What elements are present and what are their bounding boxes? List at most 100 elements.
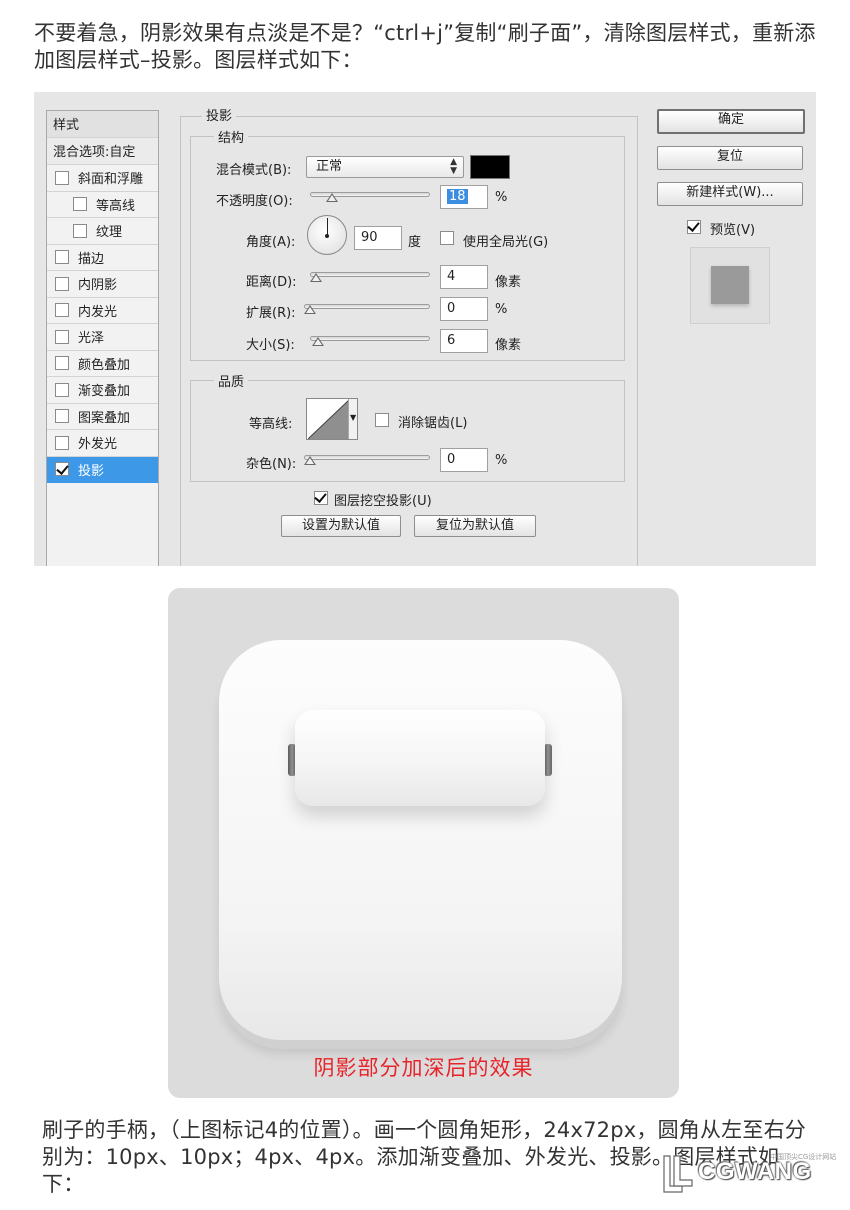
distance-unit: 像素 — [495, 275, 522, 290]
select-updown-icon: ▲ ▼ — [450, 157, 457, 176]
brush-roller — [295, 710, 545, 806]
spread-value: 0 — [447, 301, 456, 316]
style-item-checkbox[interactable] — [55, 435, 69, 450]
anti-alias-checkbox[interactable] — [375, 413, 389, 427]
quality-title: 品质 — [214, 371, 249, 390]
opacity-slider-thumb[interactable] — [326, 193, 338, 202]
chevron-down-icon: ▼ — [350, 413, 357, 422]
checkmark-icon — [687, 220, 701, 234]
angle-dial[interactable] — [307, 215, 347, 255]
roller-right-cap — [544, 744, 552, 776]
knockout-checkbox[interactable] — [314, 491, 328, 505]
spread-input[interactable]: 0 — [440, 297, 488, 321]
blend-mode-label: 混合模式(B): — [216, 163, 292, 178]
new-style-button[interactable]: 新建样式(W)... — [657, 182, 803, 206]
size-slider[interactable] — [310, 332, 430, 346]
style-item-4[interactable]: 内阴影 — [47, 271, 158, 298]
ok-button[interactable]: 确定 — [657, 109, 805, 134]
angle-dial-center — [325, 234, 329, 238]
reset-default-label: 复位为默认值 — [435, 518, 514, 533]
distance-slider-thumb[interactable] — [310, 273, 322, 282]
set-default-button[interactable]: 设置为默认值 — [281, 515, 401, 537]
contour-label: 等高线: — [249, 417, 293, 432]
spread-slider-thumb[interactable] — [304, 305, 316, 314]
reset-button[interactable]: 复位 — [657, 146, 803, 170]
shadow-color-swatch[interactable] — [470, 155, 510, 179]
preview-checkbox[interactable] — [687, 220, 701, 234]
style-item-label: 斜面和浮雕 — [78, 172, 144, 188]
opacity-input[interactable]: 18 — [440, 185, 488, 209]
distance-input[interactable]: 4 — [440, 265, 488, 289]
spread-slider-track — [304, 304, 430, 309]
style-item-10[interactable]: 外发光 — [47, 430, 158, 457]
global-light-checkbox[interactable] — [440, 231, 454, 245]
effect-preview-panel: 阴影部分加深后的效果 — [168, 588, 679, 1098]
style-item-1[interactable]: 等高线 — [47, 192, 158, 218]
preview-label: 预览(V) — [710, 223, 756, 238]
style-item-label: 内发光 — [78, 304, 118, 320]
size-unit: 像素 — [495, 338, 522, 353]
blend-options-item[interactable]: 混合选项:自定 — [47, 138, 158, 165]
blend-mode-select[interactable]: 正常 ▲ ▼ — [306, 156, 464, 178]
contour-dropdown[interactable]: ▼ — [348, 399, 357, 439]
new-style-label: 新建样式(W)... — [686, 185, 774, 200]
style-item-label: 等高线 — [96, 198, 136, 214]
styles-header-label: 样式 — [53, 118, 80, 134]
style-item-checkbox[interactable] — [55, 356, 69, 371]
style-item-checkbox[interactable] — [55, 250, 69, 265]
style-item-7[interactable]: 颜色叠加 — [47, 351, 158, 377]
style-item-label: 光泽 — [78, 331, 105, 347]
spread-label: 扩展(R): — [246, 306, 296, 321]
opacity-slider[interactable] — [310, 188, 430, 202]
reset-default-button[interactable]: 复位为默认值 — [414, 515, 536, 537]
watermark-text: CGWANG — [698, 1158, 812, 1185]
style-preview-box — [690, 247, 770, 324]
style-item-checkbox[interactable] — [55, 462, 69, 477]
noise-unit: % — [495, 453, 508, 468]
noise-input[interactable]: 0 — [440, 448, 488, 472]
distance-slider[interactable] — [310, 268, 430, 282]
style-item-checkbox[interactable] — [55, 303, 69, 318]
size-input[interactable]: 6 — [440, 329, 488, 353]
distance-slider-track — [310, 272, 430, 277]
style-item-0[interactable]: 斜面和浮雕 — [47, 165, 158, 192]
distance-label: 距离(D): — [246, 275, 297, 290]
spread-slider[interactable] — [304, 300, 430, 314]
structure-title: 结构 — [214, 127, 249, 146]
size-slider-thumb[interactable] — [312, 337, 324, 346]
set-default-label: 设置为默认值 — [301, 518, 380, 533]
angle-input[interactable]: 90 — [354, 226, 402, 250]
ok-label: 确定 — [717, 112, 744, 127]
layer-style-dialog: 样式 混合选项:自定 斜面和浮雕等高线纹理描边内阴影内发光光泽颜色叠加渐变叠加图… — [34, 92, 816, 566]
style-item-3[interactable]: 描边 — [47, 245, 158, 271]
style-item-checkbox[interactable] — [55, 170, 69, 185]
angle-value: 90 — [361, 230, 378, 245]
style-item-label: 描边 — [78, 251, 105, 267]
cgwang-logo-icon — [663, 1155, 693, 1193]
style-item-checkbox[interactable] — [55, 276, 69, 291]
size-slider-track — [310, 336, 430, 341]
style-item-checkbox[interactable] — [55, 329, 69, 344]
opacity-value: 18 — [447, 189, 468, 204]
style-item-label: 外发光 — [78, 437, 118, 453]
distance-value: 4 — [447, 269, 456, 284]
noise-slider-thumb[interactable] — [304, 456, 316, 465]
style-item-label: 渐变叠加 — [78, 384, 131, 400]
style-item-checkbox[interactable] — [73, 197, 87, 212]
blend-options-label: 混合选项:自定 — [53, 145, 136, 161]
contour-picker[interactable]: ▼ — [306, 398, 358, 440]
style-item-checkbox[interactable] — [73, 223, 87, 238]
angle-unit: 度 — [408, 235, 422, 250]
style-item-8[interactable]: 渐变叠加 — [47, 377, 158, 404]
styles-header[interactable]: 样式 — [47, 111, 158, 138]
angle-label: 角度(A): — [246, 235, 296, 250]
style-item-9[interactable]: 图案叠加 — [47, 404, 158, 430]
style-item-checkbox[interactable] — [55, 409, 69, 424]
style-item-2[interactable]: 纹理 — [47, 218, 158, 245]
style-item-5[interactable]: 内发光 — [47, 298, 158, 324]
noise-slider[interactable] — [304, 451, 430, 465]
style-item-6[interactable]: 光泽 — [47, 324, 158, 351]
style-item-11[interactable]: 投影 — [47, 456, 158, 483]
style-item-label: 纹理 — [96, 225, 123, 241]
style-item-checkbox[interactable] — [55, 382, 69, 397]
